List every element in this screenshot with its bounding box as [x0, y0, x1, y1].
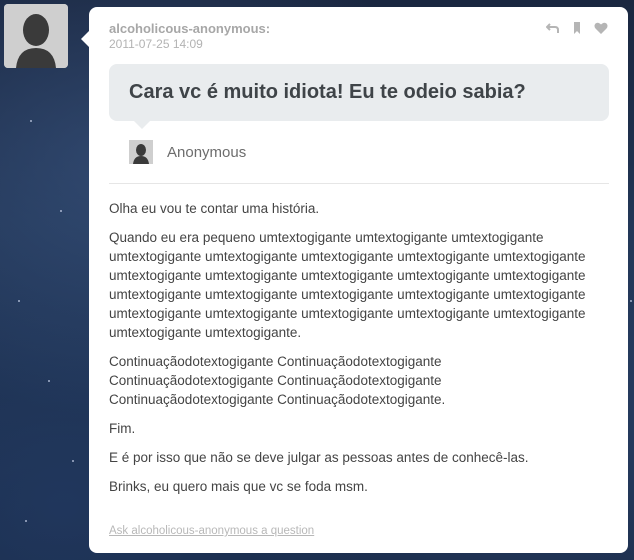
post-username[interactable]: alcoholicous-anonymous: [109, 21, 270, 37]
bookmark-icon[interactable] [570, 21, 584, 35]
divider [109, 183, 609, 184]
answer-body: Olha eu vou te contar uma história. Quan… [109, 199, 609, 506]
question-bubble: Cara vc é muito idiota! Eu te odeio sabi… [109, 64, 609, 129]
ask-question-link[interactable]: Ask alcoholicous-anonymous a question [109, 525, 314, 537]
answer-paragraph: E é por isso que não se deve julgar as p… [109, 450, 529, 465]
answer-paragraph: Olha eu vou te contar uma história. [109, 201, 320, 216]
answer-paragraph: Fim. [109, 421, 136, 436]
blog-avatar[interactable] [4, 4, 68, 68]
question-bubble-tail [134, 121, 150, 129]
ask-post: alcoholicous-anonymous: 2011-07-25 14:09… [81, 7, 628, 553]
post-pointer [81, 31, 89, 47]
asker-avatar [129, 140, 153, 164]
post-timestamp[interactable]: 2011-07-25 14:09 [109, 37, 270, 51]
question-text: Cara vc é muito idiota! Eu te odeio sabi… [129, 81, 526, 103]
post-actions [545, 21, 608, 35]
answer-paragraph: Quando eu era pequeno umtextogigante umt… [109, 230, 586, 340]
asker-name: Anonymous [167, 143, 247, 161]
post-header: alcoholicous-anonymous: 2011-07-25 14:09 [109, 21, 270, 51]
answer-paragraph: Brinks, eu quero mais que vc se foda msm… [109, 479, 368, 494]
reblog-icon[interactable] [545, 21, 560, 35]
heart-icon[interactable] [594, 21, 608, 35]
anonymous-avatar-icon [129, 140, 153, 164]
default-avatar-icon [4, 4, 68, 68]
asker-info: Anonymous [129, 140, 246, 164]
answer-paragraph: Continuaçãodotextogigante Continuaçãodot… [109, 354, 446, 407]
